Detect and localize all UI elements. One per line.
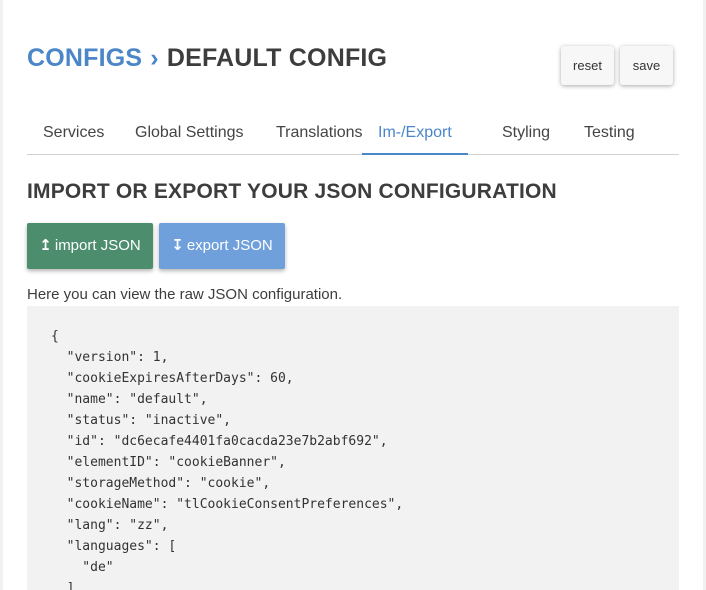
- code-line: "de": [51, 560, 114, 575]
- tab-bar: Services Global Settings Translations Im…: [27, 112, 679, 155]
- breadcrumb-separator: ›: [150, 44, 159, 72]
- code-line: "languages": [: [51, 539, 177, 554]
- import-json-button[interactable]: ↥ import JSON: [27, 223, 153, 269]
- json-code-view[interactable]: { "version": 1, "cookieExpiresAfterDays"…: [27, 306, 679, 590]
- code-line: "lang": "zz",: [51, 518, 169, 533]
- code-line: "id": "dc6ecafe4401fa0cacda23e7b2abf692"…: [51, 434, 388, 449]
- code-line: "status": "inactive",: [51, 413, 232, 428]
- code-line: "elementID": "cookieBanner",: [51, 455, 286, 470]
- code-line: "cookieExpiresAfterDays": 60,: [51, 371, 294, 386]
- code-line: "cookieName": "tlCookieConsentPreference…: [51, 497, 404, 512]
- json-description: Here you can view the raw JSON configura…: [27, 286, 343, 303]
- page-title: CONFIGS › DEFAULT CONFIG: [27, 44, 387, 73]
- reset-button[interactable]: reset: [561, 46, 614, 85]
- breadcrumb-current: DEFAULT CONFIG: [166, 44, 388, 72]
- tab-styling[interactable]: Styling: [502, 112, 550, 153]
- export-json-button[interactable]: ↧ export JSON: [159, 223, 285, 269]
- upload-arrow-icon: ↥: [39, 237, 52, 254]
- save-button[interactable]: save: [620, 46, 673, 85]
- config-panel: CONFIGS › DEFAULT CONFIG reset save Servic…: [3, 0, 703, 590]
- code-line: "version": 1,: [51, 350, 169, 365]
- tab-testing[interactable]: Testing: [584, 112, 635, 153]
- export-json-label: export JSON: [186, 237, 273, 254]
- code-line: "storageMethod": "cookie",: [51, 476, 271, 491]
- import-json-label: import JSON: [54, 237, 141, 254]
- section-title: IMPORT OR EXPORT YOUR JSON CONFIGURATION: [27, 180, 557, 203]
- tab-im-export[interactable]: Im-/Export: [362, 112, 468, 155]
- breadcrumb-configs-link[interactable]: CONFIGS: [27, 44, 142, 72]
- code-line: ],: [51, 581, 83, 590]
- code-line: "name": "default",: [51, 392, 208, 407]
- tab-global-settings[interactable]: Global Settings: [135, 112, 244, 153]
- code-line: {: [51, 329, 59, 344]
- json-code-text: { "version": 1, "cookieExpiresAfterDays"…: [27, 306, 679, 590]
- download-arrow-icon: ↧: [171, 237, 184, 254]
- tab-translations[interactable]: Translations: [276, 112, 363, 153]
- tab-services[interactable]: Services: [43, 112, 104, 153]
